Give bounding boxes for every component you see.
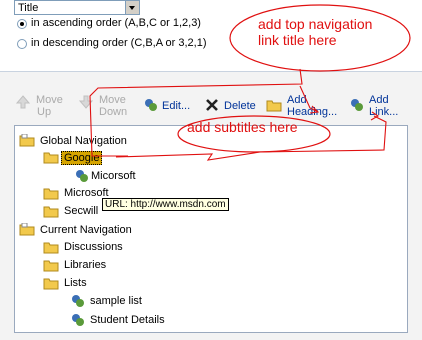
annotation-top-line-2: link title here bbox=[258, 32, 337, 48]
annotation-connector-line bbox=[89, 68, 387, 161]
annotation-top-line-1: add top navigation bbox=[258, 16, 373, 32]
annotation-top-text: add top navigation link title here bbox=[258, 16, 372, 48]
annotation-arrow-line bbox=[299, 85, 319, 113]
annotation-overlay bbox=[89, 4, 411, 161]
annotation-sub-text: add subtitles here bbox=[187, 119, 298, 135]
